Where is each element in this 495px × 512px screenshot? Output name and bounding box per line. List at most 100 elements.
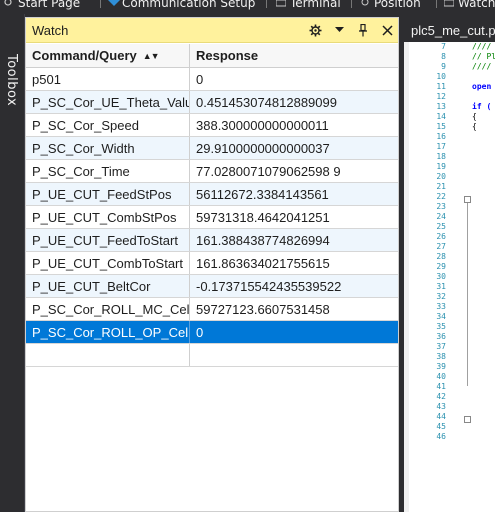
table-row-selected[interactable]: P_SC_Cor_ROLL_OP_CellOn_F 0 xyxy=(26,321,398,344)
tab-terminal[interactable]: Terminal xyxy=(275,0,341,9)
table-row[interactable]: P_UE_CUT_FeedToStart 161.388438774826994 xyxy=(26,229,398,252)
response-cell: 59727123.6607531458 xyxy=(196,301,330,317)
response-cell: 161.388438774826994 xyxy=(196,232,330,248)
line-number: 10 xyxy=(436,72,446,81)
line-number: 45 xyxy=(436,422,446,431)
start-page-icon xyxy=(4,0,14,7)
command-cell[interactable]: P_SC_Cor_ROLL_MC_CellOn_I xyxy=(26,298,190,320)
tab-position[interactable]: Position xyxy=(360,0,421,10)
code-line: if ( xyxy=(472,102,492,111)
table-row[interactable]: P_SC_Cor_Speed 388.300000000000011 xyxy=(26,114,398,137)
watch-title: Watch xyxy=(32,22,69,38)
code-line: open xyxy=(472,82,492,91)
table-row[interactable]: P_SC_Cor_Time 77.0280071079062598 9 xyxy=(26,160,398,183)
tab-label: Position xyxy=(374,0,421,10)
command-cell[interactable]: P_UE_CUT_CombToStart xyxy=(26,252,190,274)
document-tab-strip: Start Page Communication Setup Terminal … xyxy=(0,0,495,14)
line-number: 7 xyxy=(441,42,446,51)
column-header-command[interactable]: Command/Query ▲▼ xyxy=(26,44,190,67)
command-cell[interactable]: P_UE_CUT_FeedStPos xyxy=(26,183,190,205)
terminal-icon xyxy=(275,0,287,7)
dropdown-arrow-icon[interactable] xyxy=(332,21,346,39)
fold-toggle-icon[interactable] xyxy=(464,196,471,203)
command-cell[interactable]: p501 xyxy=(26,68,190,90)
watch-panel: Watch Command/Query ▲▼ Response p501 0 P… xyxy=(25,17,399,512)
code-editor[interactable]: 7 8 9 10 11 12 13 14 15 16 17 18 19 20 21 22 23 24 25 26 27 2… xyxy=(404,42,495,512)
line-number: 46 xyxy=(436,432,446,441)
line-number: 29 xyxy=(436,262,446,271)
line-number: 12 xyxy=(436,92,446,101)
tab-start-page[interactable]: Start Page xyxy=(4,0,80,9)
line-number: 34 xyxy=(436,312,446,321)
tab-separator xyxy=(100,0,101,8)
line-number: 43 xyxy=(436,402,446,411)
response-cell: 0 xyxy=(196,71,204,87)
command-cell[interactable]: P_SC_Cor_Time xyxy=(26,160,190,182)
title-tools xyxy=(308,21,394,39)
response-cell: 77.0280071079062598 9 xyxy=(196,163,341,179)
line-number: 38 xyxy=(436,352,446,361)
code-line: { xyxy=(472,112,477,121)
command-cell[interactable]: P_UE_CUT_FeedToStart xyxy=(26,229,190,251)
table-row[interactable]: P_SC_Cor_ROLL_MC_CellOn_I 59727123.66075… xyxy=(26,298,398,321)
line-number: 35 xyxy=(436,322,446,331)
close-icon[interactable] xyxy=(380,21,394,39)
editor-tab[interactable]: plc5_me_cut.pl xyxy=(404,18,495,42)
line-number: 24 xyxy=(436,212,446,221)
response-cell: 56112672.3384143561 xyxy=(196,186,329,202)
command-cell[interactable]: P_UE_CUT_CombStPos xyxy=(26,206,190,228)
line-number: 33 xyxy=(436,302,446,311)
line-number: 20 xyxy=(436,172,446,181)
response-cell: 29.9100000000000037 xyxy=(196,140,330,156)
table-row-empty[interactable] xyxy=(26,344,398,367)
toolbox-sidebar[interactable]: Toolbox xyxy=(0,14,25,512)
line-number: 15 xyxy=(436,122,446,131)
tab-communication-setup[interactable]: Communication Setup xyxy=(108,0,256,10)
fold-toggle-icon[interactable] xyxy=(464,416,471,423)
sort-icon[interactable]: ▲▼ xyxy=(143,51,160,61)
table-row[interactable]: P_UE_CUT_CombStPos 59731318.4642041251 xyxy=(26,206,398,229)
line-number: 16 xyxy=(436,132,446,141)
command-cell[interactable]: P_SC_Cor_UE_Theta_Value xyxy=(26,91,190,113)
command-cell[interactable]: P_SC_Cor_Speed xyxy=(26,114,190,136)
position-icon xyxy=(360,0,370,7)
table-row[interactable]: P_UE_CUT_BeltCor -0.173715542435539522 xyxy=(26,275,398,298)
toolbox-label[interactable]: Toolbox xyxy=(4,54,19,106)
line-number: 11 xyxy=(436,82,446,91)
tab-label: Communication Setup xyxy=(122,0,256,10)
command-cell[interactable] xyxy=(26,344,190,366)
table-row[interactable]: P_SC_Cor_Width 29.9100000000000037 xyxy=(26,137,398,160)
line-number: 14 xyxy=(436,112,446,121)
pin-icon[interactable] xyxy=(356,21,370,39)
table-row[interactable]: P_UE_CUT_FeedStPos 56112672.3384143561 xyxy=(26,183,398,206)
communication-icon xyxy=(108,0,120,7)
watch-title-bar[interactable]: Watch xyxy=(26,18,398,43)
table-row[interactable]: P_UE_CUT_CombToStart 161.863634021755615 xyxy=(26,252,398,275)
table-row[interactable]: p501 0 xyxy=(26,68,398,91)
command-cell[interactable]: P_SC_Cor_Width xyxy=(26,137,190,159)
response-cell: -0.173715542435539522 xyxy=(196,278,342,294)
gear-icon[interactable] xyxy=(308,21,322,39)
command-cell[interactable]: P_UE_CUT_BeltCor xyxy=(26,275,190,297)
line-number: 9 xyxy=(441,62,446,71)
table-row[interactable]: P_SC_Cor_UE_Theta_Value 0.45145307481288… xyxy=(26,91,398,114)
command-cell[interactable]: P_SC_Cor_ROLL_OP_CellOn_F xyxy=(26,321,190,343)
column-header-response[interactable]: Response xyxy=(190,44,397,67)
response-cell: 0 xyxy=(196,324,204,340)
response-cell: 59731318.4642041251 xyxy=(196,209,330,225)
tab-watch[interactable]: Watch xyxy=(443,0,495,9)
